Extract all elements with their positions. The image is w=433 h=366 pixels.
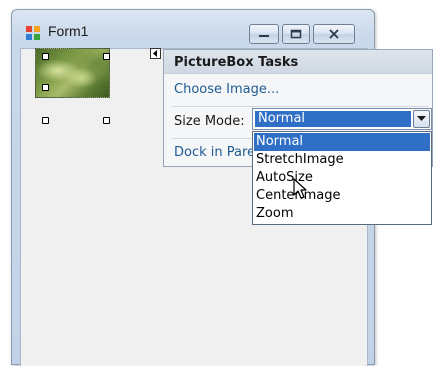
maximize-button[interactable] [282, 24, 310, 44]
close-button[interactable] [313, 24, 355, 44]
option-centerimage[interactable]: CenterImage [254, 187, 430, 205]
option-stretchimage[interactable]: StretchImage [254, 151, 430, 169]
divider [172, 106, 428, 107]
chevron-down-icon [417, 116, 426, 121]
resize-handle-bottom-right[interactable] [103, 117, 110, 124]
smart-tag-arrow-icon[interactable] [150, 48, 161, 59]
tasks-header: PictureBox Tasks [164, 50, 432, 74]
dock-in-parent-link[interactable]: Dock in Pare [174, 145, 255, 160]
option-zoom[interactable]: Zoom [254, 205, 430, 223]
choose-image-link[interactable]: Choose Image... [174, 82, 279, 97]
option-normal[interactable]: Normal [254, 133, 430, 151]
dropdown-arrow-button[interactable] [413, 110, 430, 128]
size-mode-selected-value: Normal [255, 111, 411, 127]
resize-handle-middle-left[interactable] [42, 84, 49, 91]
title-bar[interactable]: Form1 [12, 10, 374, 48]
form-app-icon [26, 26, 40, 40]
minimize-button[interactable] [249, 24, 279, 44]
minimize-icon [259, 35, 269, 37]
size-mode-dropdown-list: Normal StretchImage AutoSize CenterImage… [252, 131, 432, 225]
option-autosize[interactable]: AutoSize [254, 169, 430, 187]
size-mode-combobox[interactable]: Normal [252, 108, 432, 130]
resize-handle-top-left[interactable] [42, 53, 49, 60]
mouse-pointer-icon [293, 178, 307, 199]
resize-handle-top-right[interactable] [103, 53, 110, 60]
maximize-icon [290, 29, 302, 39]
window-title: Form1 [48, 23, 89, 39]
size-mode-label: Size Mode: [174, 114, 245, 129]
resize-handle-bottom-left[interactable] [42, 117, 49, 124]
close-icon [329, 29, 339, 39]
